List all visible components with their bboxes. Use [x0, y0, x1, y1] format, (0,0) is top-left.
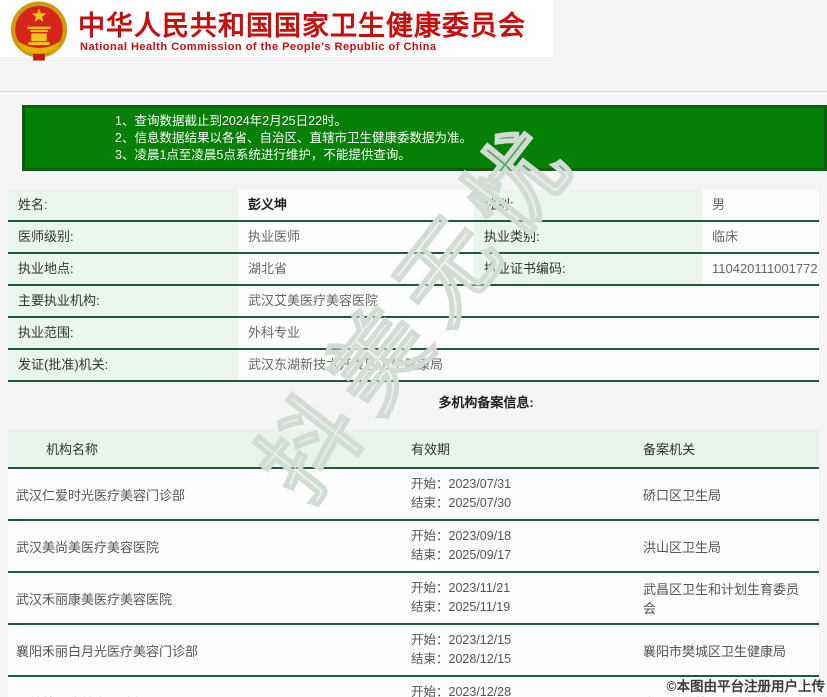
field-label-main-institution: 主要执业机构: — [8, 285, 238, 318]
national-emblem-icon — [10, 1, 68, 61]
field-value-doctor-level: 执业医师 — [238, 221, 474, 254]
field-value-certificate-number: 110420111001772 — [702, 253, 819, 286]
table-header-row: 机构名称 有效期 备案机关 — [8, 430, 819, 469]
start-date: 2023/07/31 — [448, 477, 512, 491]
field-label-certificate-number: 执业证书编码: — [474, 253, 702, 286]
validity-period: 开始：2023/09/18 结束：2025/09/17 — [403, 520, 635, 573]
end-date: 2025/07/30 — [448, 496, 512, 510]
start-date: 2023/09/18 — [448, 529, 512, 543]
table-row: 医师级别: 执业医师 执业类别: 临床 — [8, 221, 819, 254]
institution-name: 襄阳禾丽白月光医疗美容门诊部 — [8, 624, 403, 677]
validity-period: 开始：2023/11/21 结束：2025/11/19 — [403, 572, 635, 625]
start-date: 2023/12/15 — [448, 633, 512, 647]
start-label: 开始： — [411, 581, 449, 595]
validity-period: 开始：2023/12/15 结束：2028/12/15 — [403, 624, 635, 677]
field-value-name: 彭义坤 — [238, 190, 474, 222]
end-date: 2025/11/19 — [448, 600, 511, 614]
filing-authority: 襄阳市樊城区卫生健康局 — [635, 624, 819, 677]
column-header-institution-name: 机构名称 — [8, 430, 403, 469]
start-label: 开始： — [411, 477, 449, 491]
table-row: 武汉禾丽康美医疗美容医院 开始：2023/11/21 结束：2025/11/19… — [8, 572, 819, 625]
notice-line-1: 1、查询数据截止到2024年2月25日22时。 — [115, 114, 348, 128]
site-header: 中华人民共和国国家卫生健康委员会 National Health Commiss… — [0, 0, 553, 61]
institution-name: 武汉美尚美医疗美容医院 — [8, 520, 403, 573]
field-value-issuing-authority: 武汉东湖新技术开发区卫生健康局 — [238, 349, 819, 382]
table-row: 襄阳禾丽白月光医疗美容门诊部 开始：2023/12/15 结束：2028/12/… — [8, 624, 819, 677]
field-value-practice-scope: 外科专业 — [238, 317, 819, 350]
field-label-issuing-authority: 发证(批准)机关: — [8, 349, 238, 382]
end-date: 2028/12/15 — [448, 652, 512, 666]
table-row: 执业范围: 外科专业 — [8, 317, 819, 350]
notice-line-3: 3、凌晨1点至凌晨5点系统进行维护，不能提供查询。 — [115, 148, 411, 162]
header-divider — [0, 91, 827, 92]
multi-institution-table: 机构名称 有效期 备案机关 武汉仁爱时光医疗美容门诊部 开始：2023/07/3… — [8, 430, 819, 697]
start-date: 2023/11/21 — [448, 581, 511, 595]
field-value-practice-location: 湖北省 — [238, 253, 474, 286]
table-row: 执业地点: 湖北省 执业证书编码: 110420111001772 — [8, 253, 819, 286]
start-label: 开始： — [411, 529, 449, 543]
field-value-practice-type: 临床 — [702, 221, 819, 254]
field-label-practice-location: 执业地点: — [8, 253, 238, 286]
filing-authority: 硚口区卫生局 — [635, 468, 819, 521]
institution-name: 武汉仁爱时光医疗美容门诊部 — [8, 468, 403, 521]
end-date: 2025/09/17 — [448, 548, 512, 562]
start-label: 开始： — [411, 685, 449, 697]
notice-banner: 1、查询数据截止到2024年2月25日22时。 2、信息数据结果以各省、自治区、… — [22, 105, 827, 171]
field-label-name: 姓名: — [8, 190, 238, 222]
copyright-watermark: ©本图由平台注册用户上传 — [666, 679, 825, 694]
practitioner-info-table: 姓名: 彭义坤 性别: 男 医师级别: 执业医师 执业类别: 临床 执业地点: … — [8, 190, 819, 382]
site-subtitle-english: National Health Commission of the People… — [80, 41, 437, 53]
end-label: 结束： — [411, 600, 449, 614]
table-row: 发证(批准)机关: 武汉东湖新技术开发区卫生健康局 — [8, 349, 819, 382]
field-value-main-institution: 武汉艾美医疗美容医院 — [238, 285, 819, 318]
start-label: 开始： — [411, 633, 449, 647]
table-row: 姓名: 彭义坤 性别: 男 — [8, 190, 819, 222]
field-label-practice-scope: 执业范围: — [8, 317, 238, 350]
site-title: 中华人民共和国国家卫生健康委员会 — [78, 11, 526, 41]
table-row: 主要执业机构: 武汉艾美医疗美容医院 — [8, 285, 819, 318]
validity-period: 开始：2023/12/28 结束：2024/12/27 — [403, 676, 635, 697]
column-header-validity-period: 有效期 — [403, 430, 635, 469]
field-value-gender: 男 — [702, 190, 819, 222]
validity-period: 开始：2023/07/31 结束：2025/07/30 — [403, 468, 635, 521]
field-label-doctor-level: 医师级别: — [8, 221, 238, 254]
filing-authority: 武昌区卫生和计划生育委员会 — [635, 572, 819, 625]
end-label: 结束： — [411, 496, 449, 510]
field-label-practice-type: 执业类别: — [474, 221, 702, 254]
page: 中华人民共和国国家卫生健康委员会 National Health Commiss… — [0, 0, 827, 697]
field-label-gender: 性别: — [474, 190, 702, 222]
institution-name: 武汉禾丽康美医疗美容医院 — [8, 572, 403, 625]
end-label: 结束： — [411, 652, 449, 666]
multi-institution-section-title: 多机构备案信息: — [438, 395, 534, 410]
end-label: 结束： — [411, 548, 449, 562]
filing-authority: 洪山区卫生局 — [635, 520, 819, 573]
notice-line-2: 2、信息数据结果以各省、自治区、直辖市卫生健康委数据为准。 — [115, 131, 472, 145]
column-header-filing-authority: 备案机关 — [635, 430, 819, 469]
table-row: 武汉美尚美医疗美容医院 开始：2023/09/18 结束：2025/09/17 … — [8, 520, 819, 573]
table-row: 武汉仁爱时光医疗美容门诊部 开始：2023/07/31 结束：2025/07/3… — [8, 468, 819, 521]
institution-name: 思美特医疗美容门诊部 — [8, 676, 403, 697]
start-date: 2023/12/28 — [448, 685, 512, 697]
